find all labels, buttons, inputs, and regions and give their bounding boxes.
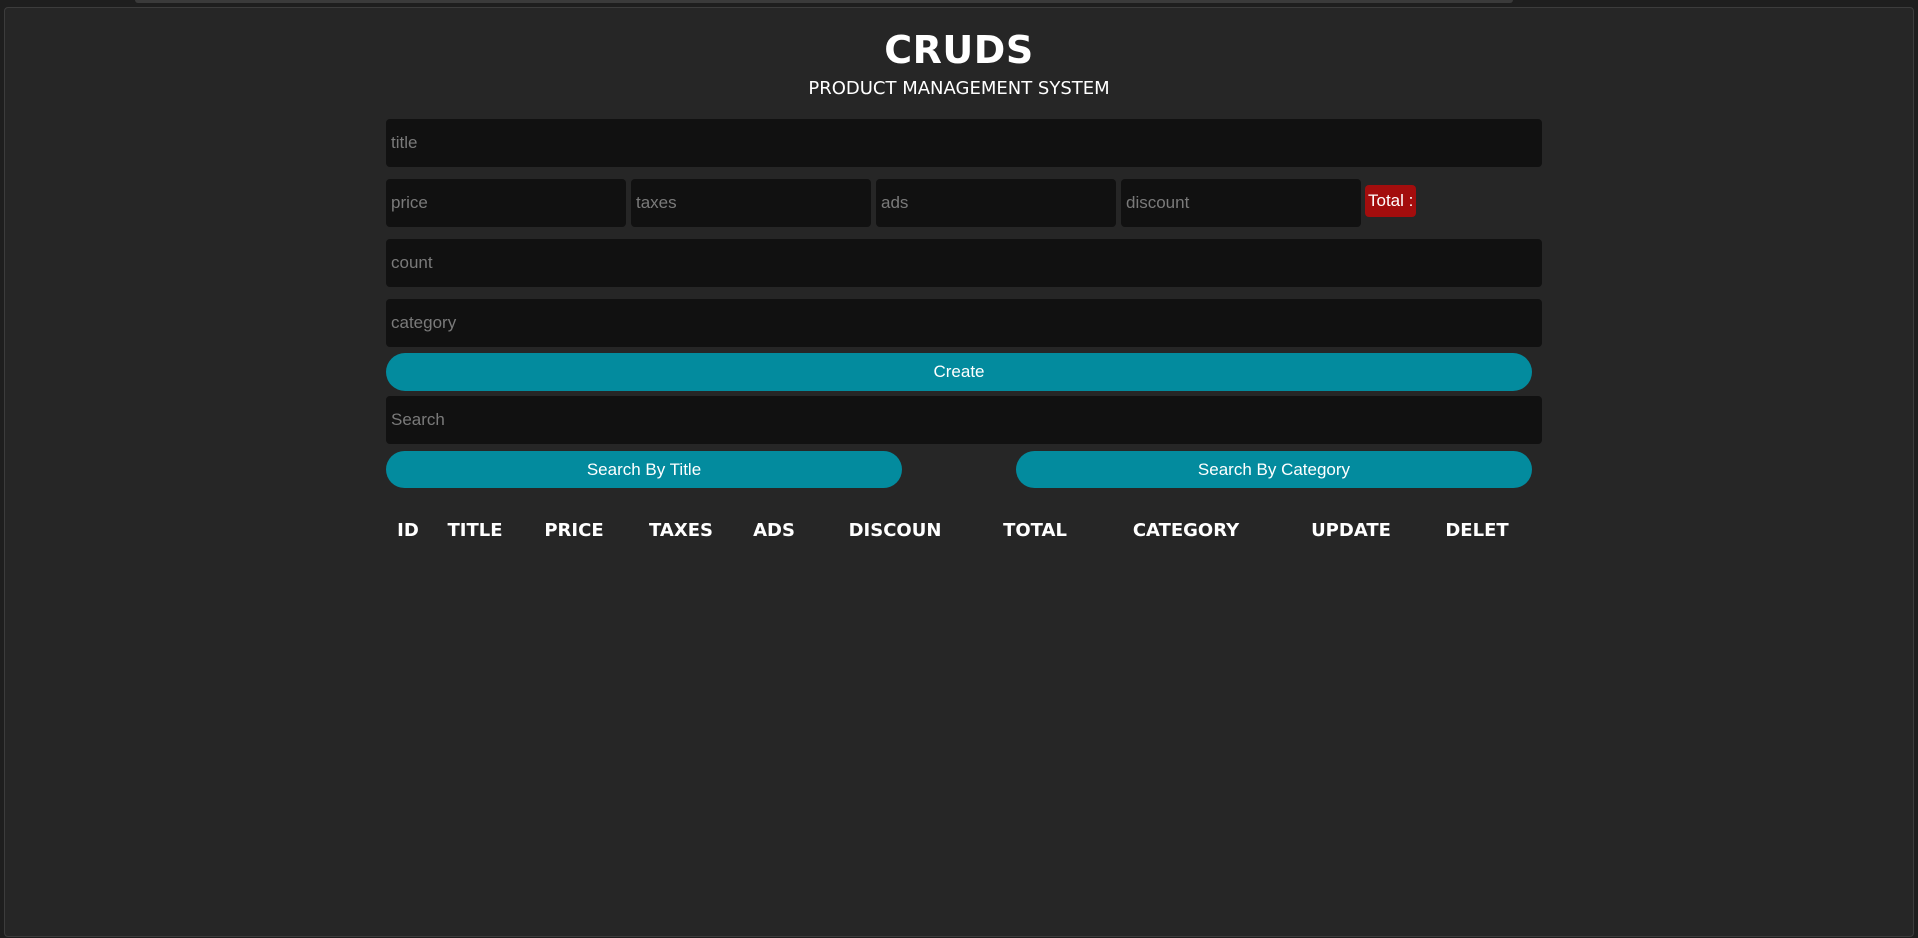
column-header-total: TOTAL xyxy=(1003,520,1067,541)
search-by-category-button[interactable]: Search By Category xyxy=(1016,451,1532,488)
count-input[interactable] xyxy=(386,239,1542,287)
search-by-title-button[interactable]: Search By Title xyxy=(386,451,902,488)
title-input[interactable] xyxy=(386,119,1542,167)
column-header-discount: DISCOUN xyxy=(848,520,942,541)
ads-input[interactable] xyxy=(876,179,1116,227)
search-input[interactable] xyxy=(386,396,1542,444)
column-header-category: CATEGORY xyxy=(1132,520,1240,541)
create-button[interactable]: Create xyxy=(386,353,1532,391)
table-header-row: ID TITLE PRICE TAXES ADS DISCOUN TOTAL C… xyxy=(386,516,1542,546)
category-input[interactable] xyxy=(386,299,1542,347)
column-header-taxes: TAXES xyxy=(649,520,713,541)
discount-input[interactable] xyxy=(1121,179,1361,227)
column-header-update: UPDATE xyxy=(1311,520,1391,541)
total-badge: Total : xyxy=(1365,185,1417,217)
page-title: CRUDS xyxy=(884,28,1034,72)
page-subtitle: PRODUCT MANAGEMENT SYSTEM xyxy=(808,78,1110,99)
column-header-title: TITLE xyxy=(447,520,503,541)
window-top-edge xyxy=(135,0,1513,3)
column-header-delete: DELET xyxy=(1445,520,1509,541)
column-header-price: PRICE xyxy=(544,520,604,541)
price-input[interactable] xyxy=(386,179,626,227)
taxes-input[interactable] xyxy=(631,179,871,227)
column-header-id: ID xyxy=(397,520,419,541)
column-header-ads: ADS xyxy=(753,520,795,541)
